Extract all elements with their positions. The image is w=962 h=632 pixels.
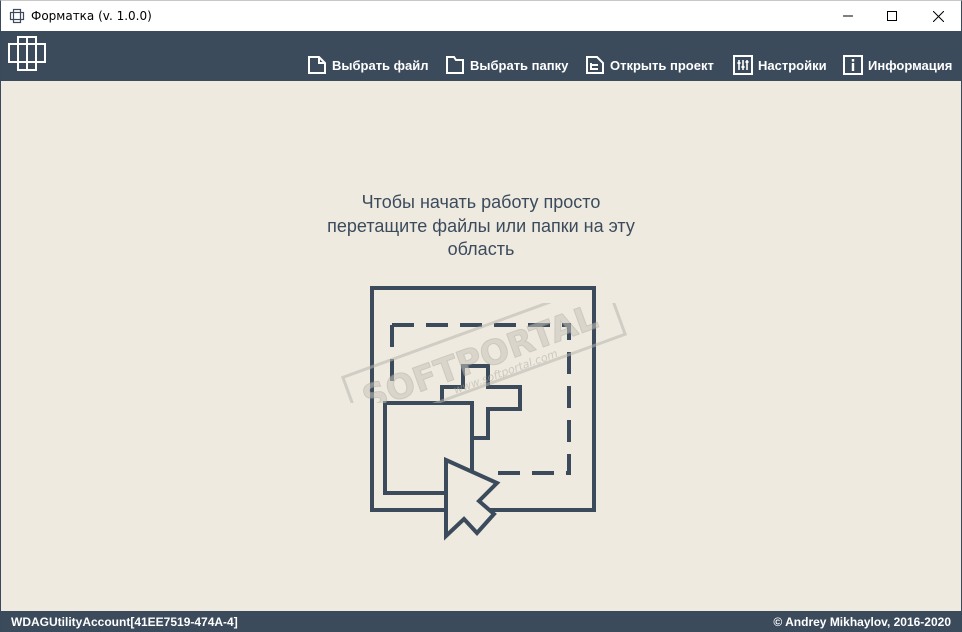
- window-title: Форматка (v. 1.0.0): [31, 9, 152, 23]
- hint-line: перетащите файлы или папки на эту: [327, 215, 635, 236]
- close-button[interactable]: [915, 1, 961, 31]
- minimize-icon: [843, 15, 853, 17]
- minimize-button[interactable]: [825, 1, 871, 31]
- open-project-button[interactable]: Открыть проект: [585, 54, 714, 76]
- title-bar[interactable]: Форматка (v. 1.0.0): [1, 1, 961, 31]
- close-icon: [932, 10, 944, 22]
- info-icon: [843, 55, 863, 75]
- hint-line: область: [447, 239, 515, 259]
- account-info: WDAGUtilityAccount[41EE7519-474A-4]: [11, 615, 238, 629]
- open-project-label: Открыть проект: [610, 57, 714, 73]
- app-window: Форматка (v. 1.0.0) Выбрать файл Выбрать…: [0, 0, 962, 632]
- drop-hint-text: Чтобы начать работу просто перетащите фа…: [281, 191, 681, 262]
- formatka-logo-icon: [7, 35, 47, 73]
- settings-button[interactable]: Настройки: [733, 54, 827, 76]
- project-icon: [586, 56, 604, 74]
- sliders-icon: [733, 55, 753, 75]
- copyright-text: © Andrey Mikhaylov, 2016-2020: [773, 615, 951, 629]
- select-folder-label: Выбрать папку: [470, 57, 569, 73]
- softportal-watermark: SOFTPORTAL ™ www.softportal.com: [340, 303, 628, 403]
- folder-icon: [446, 56, 464, 74]
- maximize-button[interactable]: [869, 1, 915, 31]
- information-label: Информация: [868, 57, 953, 73]
- settings-label: Настройки: [758, 57, 827, 73]
- hint-line: Чтобы начать работу просто: [361, 192, 601, 212]
- information-button[interactable]: Информация: [843, 54, 952, 76]
- select-file-button[interactable]: Выбрать файл: [307, 54, 429, 76]
- select-folder-button[interactable]: Выбрать папку: [445, 54, 568, 76]
- status-bar: WDAGUtilityAccount[41EE7519-474A-4] © An…: [1, 611, 961, 632]
- drop-area[interactable]: Чтобы начать работу просто перетащите фа…: [1, 81, 961, 611]
- file-icon: [308, 56, 326, 74]
- formatka-logo-icon: [9, 8, 25, 24]
- select-file-label: Выбрать файл: [332, 57, 429, 73]
- maximize-icon: [887, 11, 897, 21]
- toolbar: Выбрать файл Выбрать папку Открыть проек…: [1, 31, 961, 81]
